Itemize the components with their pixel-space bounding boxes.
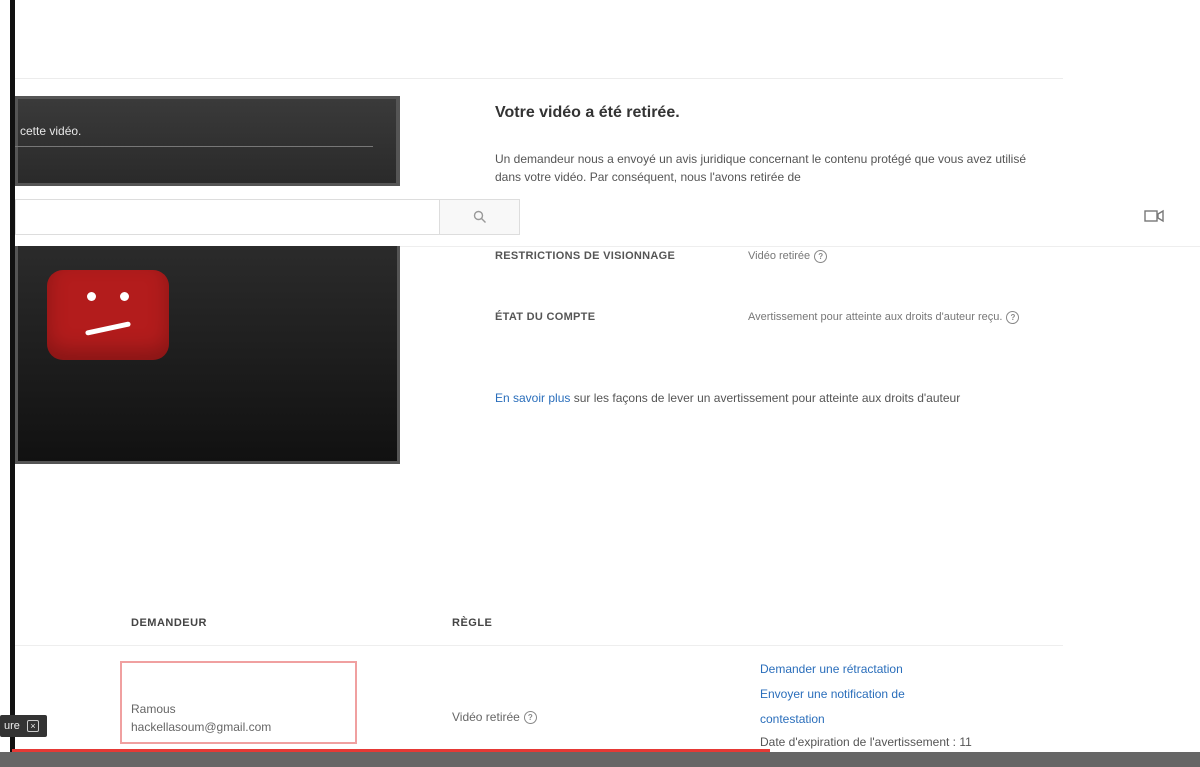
requester-email: hackellasoum@gmail.com <box>131 720 272 734</box>
info-icon[interactable]: ? <box>523 711 537 725</box>
restrictions-value: Vidéo retirée? <box>748 247 828 265</box>
video-camera-icon[interactable] <box>1141 205 1167 227</box>
player-progress-bar[interactable] <box>12 749 770 752</box>
learn-more-text: En savoir plus sur les façons de lever u… <box>495 388 1035 408</box>
info-icon[interactable]: ? <box>1006 310 1020 324</box>
search-input[interactable] <box>15 199 440 235</box>
notice-body: Un demandeur nous a envoyé un avis jurid… <box>495 152 1027 184</box>
account-status-text: Avertissement pour atteinte aux droits d… <box>748 311 1003 323</box>
counter-notification-link-cont[interactable]: contestation <box>760 710 825 728</box>
strike-expiry-date: Date d'expiration de l'avertissement : 1… <box>760 735 972 749</box>
account-status-value: Avertissement pour atteinte aux droits d… <box>748 308 1038 326</box>
info-icon[interactable]: ? <box>814 249 828 263</box>
search-icon <box>473 210 486 223</box>
table-header-rule: RÈGLE <box>452 617 493 629</box>
rule-value-text: Vidéo retirée <box>452 710 520 724</box>
video-caption-divider <box>15 146 373 147</box>
close-badge-label: ure <box>4 720 20 732</box>
table-header-requester: DEMANDEUR <box>131 617 207 629</box>
search-button[interactable] <box>440 199 520 235</box>
request-retraction-link[interactable]: Demander une rétractation <box>760 660 903 678</box>
close-badge[interactable]: ure × <box>0 715 47 737</box>
sad-face-error-icon <box>47 270 169 360</box>
requester-name: Ramous <box>131 702 176 716</box>
header-strip <box>400 186 1200 246</box>
learn-more-link[interactable]: En savoir plus <box>495 391 570 405</box>
close-icon: × <box>26 720 39 732</box>
account-status-label: ÉTAT DU COMPTE <box>495 311 596 323</box>
notice-title: Votre vidéo a été retirée. <box>495 104 680 121</box>
video-caption: cette vidéo. <box>20 124 82 138</box>
video-thumbnail-top <box>15 96 400 186</box>
rule-value: Vidéo retirée? <box>452 708 537 726</box>
counter-notification-link[interactable]: Envoyer une notification de <box>760 685 905 703</box>
table-divider <box>15 645 1063 646</box>
player-control-bar <box>0 752 1200 767</box>
learn-more-suffix: sur les façons de lever un avertissement… <box>570 391 961 405</box>
restrictions-value-text: Vidéo retirée <box>748 250 811 262</box>
top-divider <box>15 78 1063 79</box>
restrictions-label: RESTRICTIONS DE VISIONNAGE <box>495 250 676 262</box>
